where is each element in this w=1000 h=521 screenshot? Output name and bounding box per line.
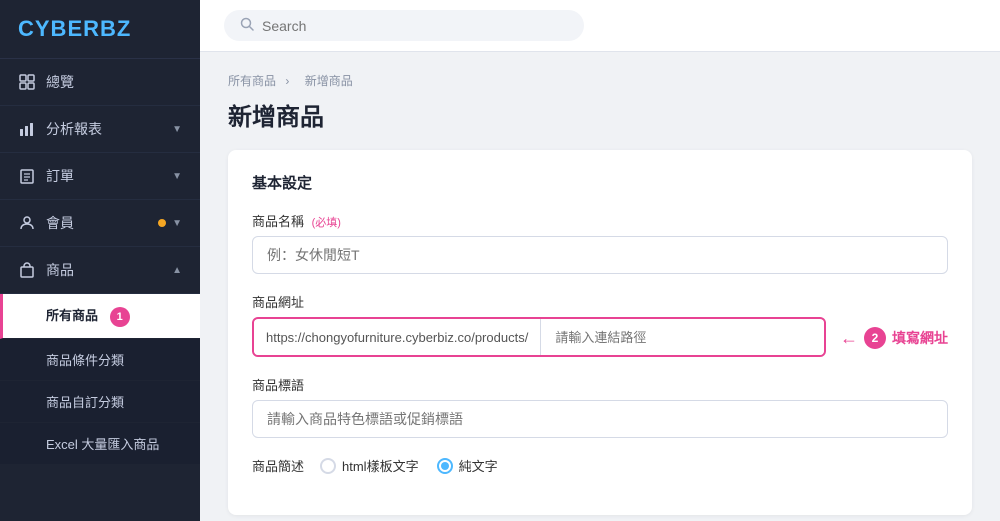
logo-text2: Z [117, 16, 131, 41]
annotation: ← 2 填寫網址 [840, 327, 948, 349]
breadcrumb: 所有商品 › 新增商品 [228, 72, 972, 89]
annotation-arrow-icon: ← [840, 328, 858, 349]
logo-area: CYBERBZ [0, 0, 200, 59]
chevron-up-icon: ▲ [172, 265, 182, 276]
page-title: 新增商品 [228, 97, 972, 132]
sidebar-label-orders: 訂單 [46, 166, 74, 186]
chevron-down-icon: ▼ [172, 218, 182, 229]
sidebar-item-category[interactable]: 商品條件分類 [0, 339, 200, 381]
member-badge [158, 219, 166, 227]
product-name-field: 商品名稱 (必填) [252, 211, 948, 274]
grid-icon [18, 73, 36, 91]
breadcrumb-parent[interactable]: 所有商品 [228, 74, 276, 88]
sidebar-label-overview: 總覽 [46, 72, 74, 92]
product-name-input[interactable] [252, 236, 948, 274]
product-description-label: 商品簡述 [252, 456, 304, 475]
sidebar-item-analytics[interactable]: 分析報表 ▼ [0, 106, 200, 153]
active-badge: 1 [110, 307, 130, 327]
bag-icon [18, 261, 36, 279]
sidebar-label-products: 商品 [46, 260, 74, 280]
sidebar-item-overview[interactable]: 總覽 [0, 59, 200, 106]
content-area: 所有商品 › 新增商品 新增商品 基本設定 商品名稱 (必填) 商品網址 htt… [200, 52, 1000, 521]
chevron-down-icon: ▼ [172, 124, 182, 135]
search-icon [240, 17, 254, 34]
plain-radio-circle [437, 458, 453, 474]
sidebar-item-products[interactable]: 商品 ▲ [0, 247, 200, 294]
annotation-number: 2 [864, 327, 886, 349]
sidebar-item-all-products[interactable]: 所有商品 1 [0, 294, 200, 339]
logo-text1: CYBERB [18, 16, 117, 41]
sidebar-item-custom-category[interactable]: 商品自訂分類 [0, 381, 200, 423]
basic-settings-card: 基本設定 商品名稱 (必填) 商品網址 https://chongyofurni… [228, 150, 972, 515]
clipboard-icon [18, 167, 36, 185]
sidebar: CYBERBZ 總覽 [0, 0, 200, 521]
user-icon [18, 214, 36, 232]
annotation-label: 填寫網址 [892, 328, 948, 348]
description-type-radio-group: html樣板文字 純文字 [320, 456, 498, 475]
plain-radio-option[interactable]: 純文字 [437, 456, 498, 475]
url-prefix: https://chongyofurniture.cyberbiz.co/pro… [254, 320, 540, 355]
topbar [200, 0, 1000, 52]
search-input[interactable] [262, 18, 568, 34]
url-field-wrapper: https://chongyofurniture.cyberbiz.co/pro… [252, 317, 826, 357]
product-slogan-field: 商品標語 [252, 375, 948, 438]
product-description-field: 商品簡述 html樣板文字 純文字 [252, 456, 948, 475]
products-submenu: 所有商品 1 商品條件分類 商品自訂分類 Excel 大量匯入商品 [0, 294, 200, 465]
logo: CYBERBZ [18, 16, 182, 42]
card-title: 基本設定 [252, 172, 948, 193]
product-url-field: 商品網址 https://chongyofurniture.cyberbiz.c… [252, 292, 948, 357]
sidebar-item-excel-import[interactable]: Excel 大量匯入商品 [0, 423, 200, 465]
html-radio-option[interactable]: html樣板文字 [320, 456, 419, 475]
sidebar-label-members: 會員 [46, 213, 74, 233]
search-box [224, 10, 584, 41]
url-suffix-input[interactable] [541, 320, 824, 355]
html-radio-circle [320, 458, 336, 474]
sidebar-label-analytics: 分析報表 [46, 119, 102, 139]
sidebar-item-orders[interactable]: 訂單 ▼ [0, 153, 200, 200]
product-name-label: 商品名稱 (必填) [252, 211, 948, 230]
chevron-down-icon: ▼ [172, 171, 182, 182]
main-wrapper: 所有商品 › 新增商品 新增商品 基本設定 商品名稱 (必填) 商品網址 htt… [200, 0, 1000, 521]
product-slogan-input[interactable] [252, 400, 948, 438]
chart-icon [18, 120, 36, 138]
product-slogan-label: 商品標語 [252, 375, 948, 394]
product-url-label: 商品網址 [252, 292, 948, 311]
sidebar-item-members[interactable]: 會員 ▼ [0, 200, 200, 247]
